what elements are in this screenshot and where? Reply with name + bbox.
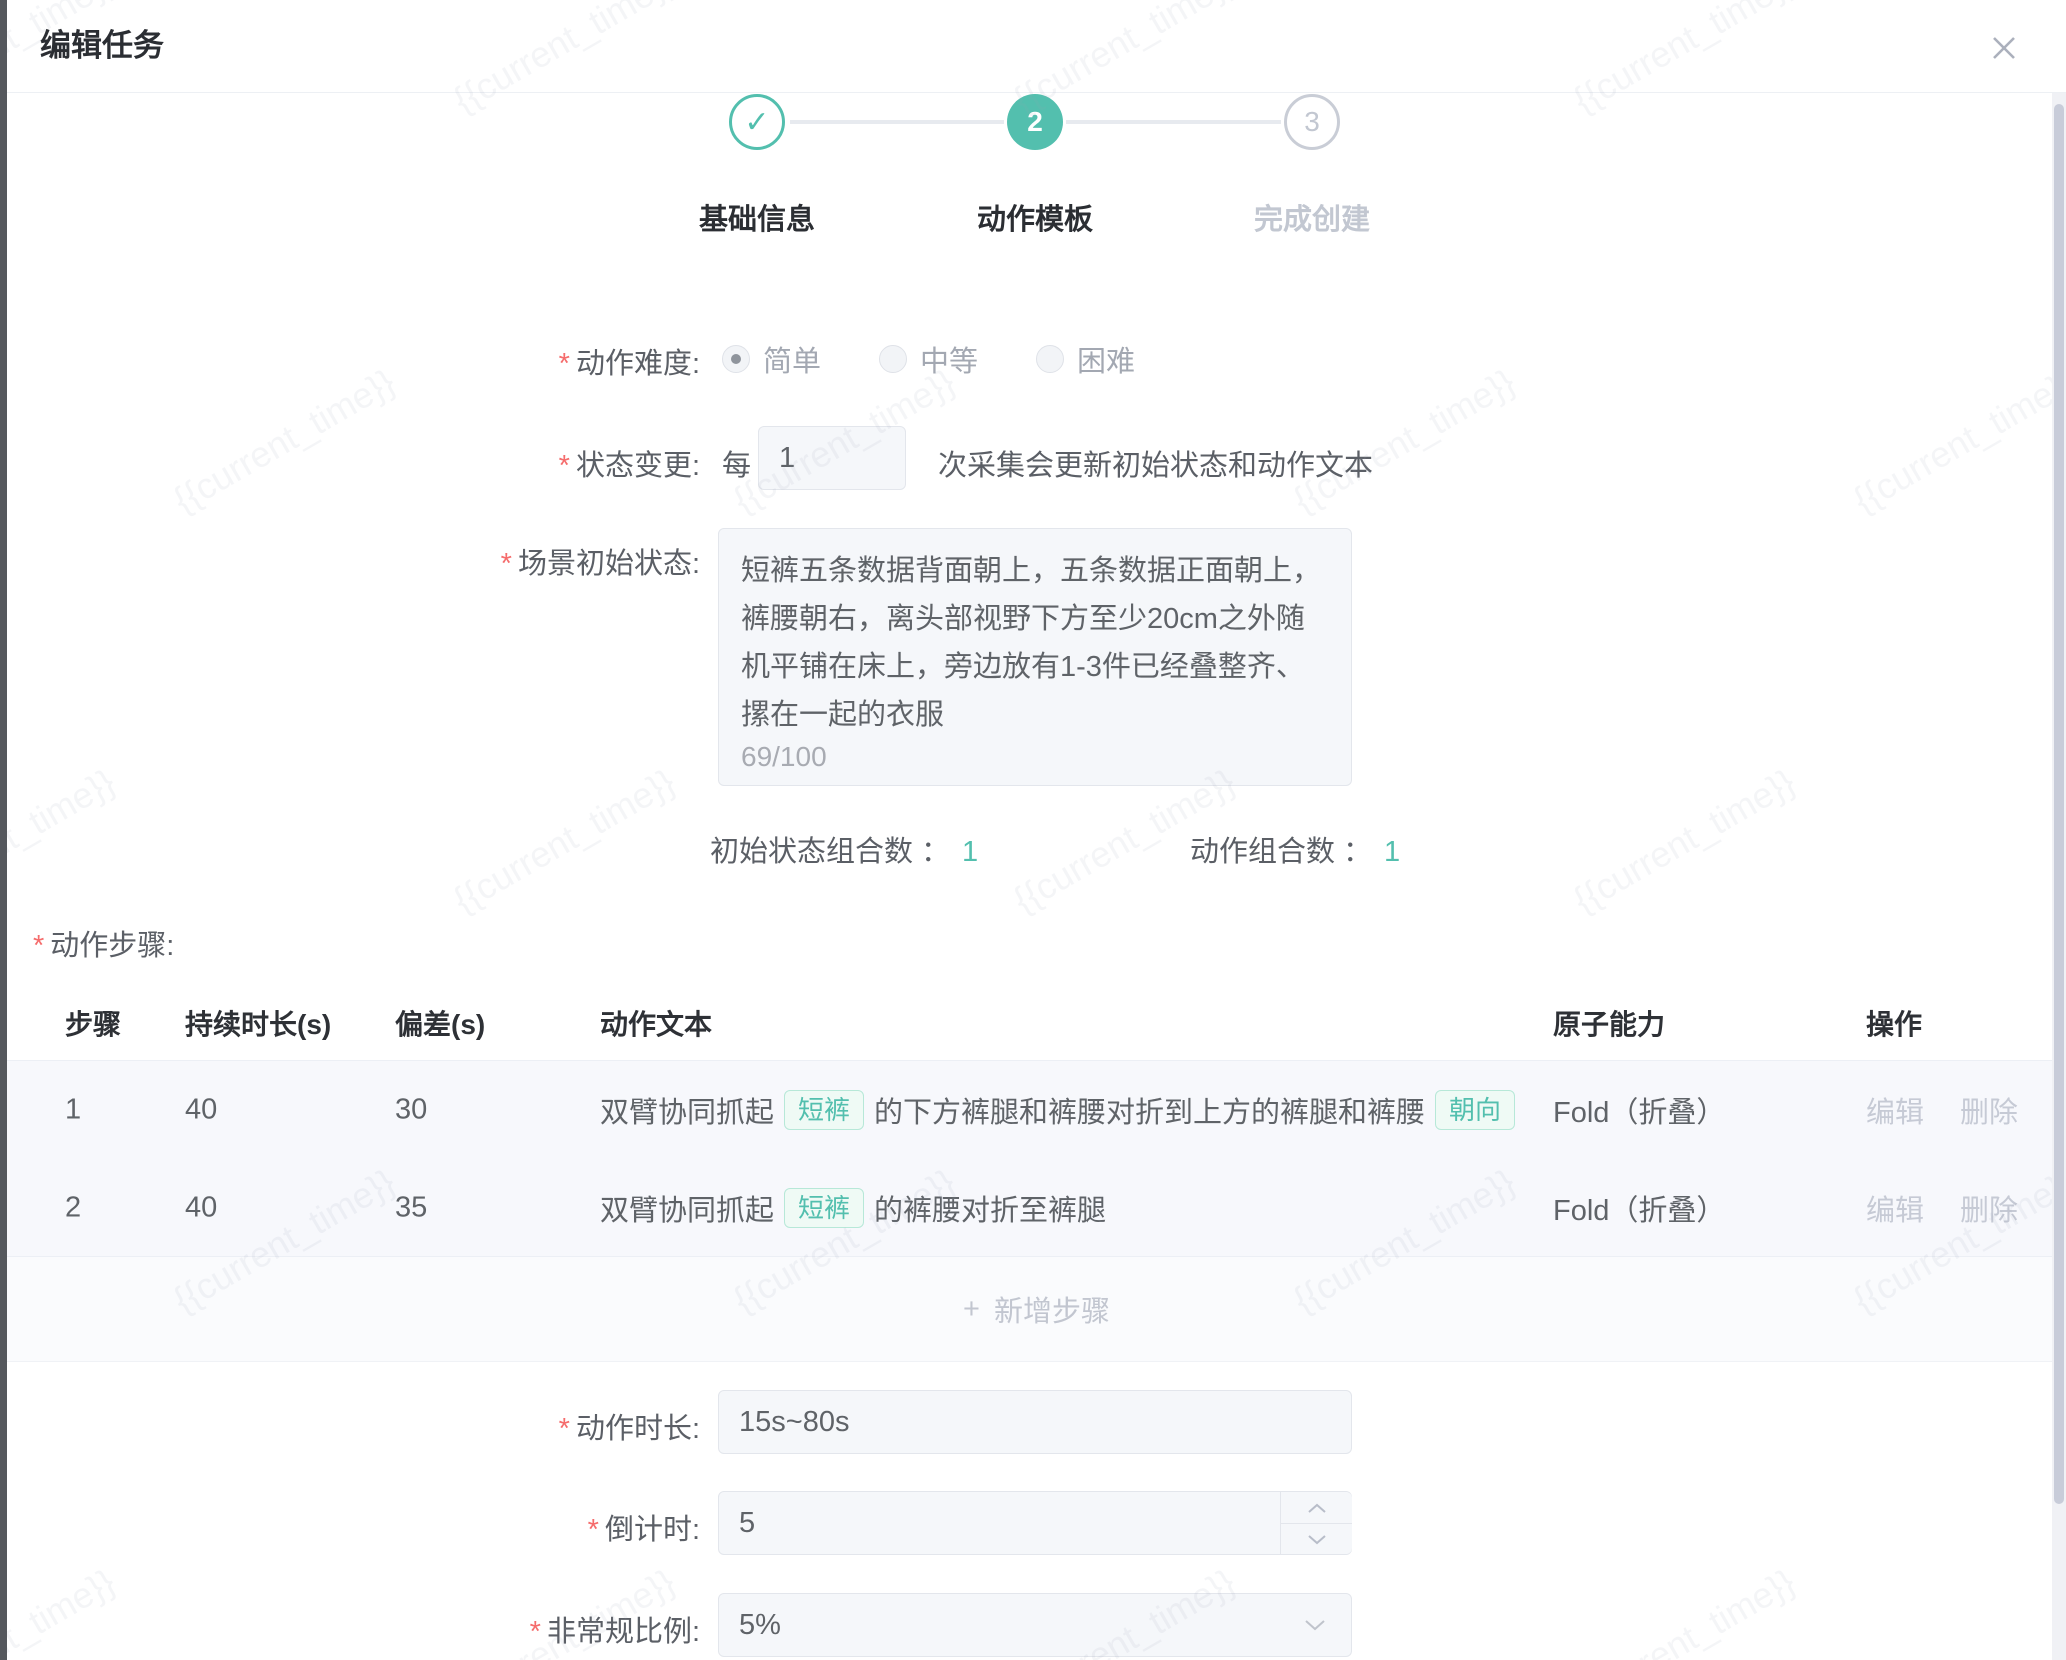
- dialog-title: 编辑任务: [40, 0, 164, 92]
- ability-cell: Fold（折叠）: [1553, 1089, 1725, 1131]
- action-duration-label: *动作时长:: [0, 1405, 700, 1447]
- close-icon: [1986, 30, 2022, 66]
- edit-task-dialog: {{current_time}}{{current_time}}{{curren…: [0, 0, 2066, 1660]
- required-mark: *: [501, 548, 512, 580]
- plus-icon: +: [963, 1293, 980, 1326]
- countdown-input[interactable]: [718, 1491, 1352, 1555]
- delete-step-button[interactable]: 删除: [1960, 1187, 2018, 1229]
- step-number-cell: 2: [65, 1191, 81, 1224]
- radio-simple[interactable]: 简单: [722, 338, 821, 380]
- countdown-increase-button[interactable]: [1281, 1492, 1352, 1523]
- step-3-indicator: 3: [1284, 94, 1340, 150]
- state-change-prefix: 每: [722, 442, 751, 484]
- column-header: 偏差(s): [395, 1003, 485, 1043]
- column-header: 原子能力: [1553, 1003, 1665, 1043]
- action-text-cell: 双臂协同抓起 短裤 的裤腰对折至裤腿: [600, 1187, 1106, 1229]
- radio-medium[interactable]: 中等: [879, 338, 978, 380]
- selected-value: 5%: [739, 1594, 781, 1656]
- radio-label: 中等: [920, 338, 978, 380]
- column-header: 步骤: [65, 1003, 121, 1043]
- state-change-suffix: 次采集会更新初始状态和动作文本: [938, 442, 1373, 484]
- radio-circle: [722, 345, 750, 373]
- step-number-cell: 1: [65, 1094, 81, 1127]
- required-mark: *: [33, 930, 44, 962]
- char-counter: 69/100: [741, 741, 827, 773]
- column-header: 操作: [1866, 1003, 1922, 1043]
- action-steps-label: *动作步骤:: [33, 922, 174, 964]
- step-2-label: 动作模板: [925, 196, 1145, 238]
- difficulty-label: *动作难度:: [0, 340, 700, 382]
- close-button[interactable]: [1986, 26, 2030, 70]
- chevron-up-icon: [1307, 1502, 1327, 1514]
- table-row: 2 40 35 双臂协同抓起 短裤 的裤腰对折至裤腿 Fold（折叠） 编辑 删…: [7, 1159, 2066, 1257]
- object-tag: 短裤: [784, 1188, 864, 1228]
- required-mark: *: [530, 1616, 541, 1648]
- initial-combo-count: 初始状态组合数：1: [710, 828, 978, 870]
- action-duration-input[interactable]: [718, 1390, 1352, 1454]
- object-tag: 短裤: [784, 1090, 864, 1130]
- row-actions: 编辑 删除: [1866, 1187, 2018, 1229]
- chevron-down-icon: [1303, 1618, 1327, 1632]
- unusual-ratio-label: *非常规比例:: [0, 1608, 700, 1650]
- deviation-cell: 30: [395, 1094, 427, 1127]
- required-mark: *: [559, 1413, 570, 1445]
- step-connector: [790, 120, 1004, 124]
- initial-combo-value: 1: [962, 836, 978, 868]
- column-header: 动作文本: [600, 1003, 712, 1043]
- step-number: 2: [1027, 106, 1043, 138]
- step-3-label: 完成创建: [1202, 196, 1422, 238]
- check-icon: ✓: [744, 105, 769, 140]
- countdown-stepper: [1280, 1492, 1352, 1554]
- table-row: 1 40 30 双臂协同抓起 短裤 的下方裤腿和裤腰对折到上方的裤腿和裤腰 朝向…: [7, 1060, 2066, 1160]
- radio-label: 简单: [763, 338, 821, 380]
- scrollbar-thumb[interactable]: [2054, 104, 2064, 1504]
- step-number: 3: [1304, 106, 1320, 138]
- countdown-decrease-button[interactable]: [1281, 1523, 1352, 1554]
- radio-circle: [879, 345, 907, 373]
- duration-cell: 40: [185, 1094, 217, 1127]
- action-combo-count: 动作组合数：1: [1190, 828, 1400, 870]
- delete-step-button[interactable]: 删除: [1960, 1089, 2018, 1131]
- step-connector: [1066, 120, 1281, 124]
- step-2-indicator: 2: [1007, 94, 1063, 150]
- radio-hard[interactable]: 困难: [1036, 338, 1135, 380]
- edit-step-button[interactable]: 编辑: [1866, 1089, 1924, 1131]
- radio-label: 困难: [1077, 338, 1135, 380]
- unusual-ratio-select[interactable]: 5%: [718, 1593, 1352, 1657]
- scene-initial-textarea[interactable]: 短裤五条数据背面朝上，五条数据正面朝上，裤腰朝右，离头部视野下方至少20cm之外…: [718, 528, 1352, 786]
- deviation-cell: 35: [395, 1191, 427, 1224]
- scene-initial-text: 短裤五条数据背面朝上，五条数据正面朝上，裤腰朝右，离头部视野下方至少20cm之外…: [719, 529, 1351, 739]
- action-combo-value: 1: [1384, 836, 1400, 868]
- add-step-button[interactable]: + 新增步骤: [7, 1257, 2066, 1362]
- required-mark: *: [559, 450, 570, 482]
- step-1-indicator: ✓: [729, 94, 785, 150]
- required-mark: *: [559, 348, 570, 380]
- state-change-input[interactable]: [758, 426, 906, 490]
- ability-cell: Fold（折叠）: [1553, 1187, 1725, 1229]
- row-actions: 编辑 删除: [1866, 1089, 2018, 1131]
- scrollbar-track: [2052, 93, 2066, 1660]
- page-edge: [0, 0, 7, 1660]
- step-1-label: 基础信息: [647, 196, 867, 238]
- action-text-cell: 双臂协同抓起 短裤 的下方裤腿和裤腰对折到上方的裤腿和裤腰 朝向: [600, 1089, 1525, 1131]
- add-step-label: 新增步骤: [994, 1288, 1110, 1330]
- duration-cell: 40: [185, 1191, 217, 1224]
- steps-table-header: 步骤 持续时长(s) 偏差(s) 动作文本 原子能力 操作: [7, 985, 2066, 1060]
- column-header: 持续时长(s): [185, 1003, 331, 1043]
- radio-circle: [1036, 345, 1064, 373]
- dialog-header: 编辑任务: [7, 0, 2066, 93]
- chevron-down-icon: [1307, 1533, 1327, 1545]
- orientation-tag: 朝向: [1435, 1090, 1515, 1130]
- edit-step-button[interactable]: 编辑: [1866, 1187, 1924, 1229]
- required-mark: *: [588, 1514, 599, 1546]
- state-change-label: *状态变更:: [0, 442, 700, 484]
- countdown-label: *倒计时:: [0, 1506, 700, 1548]
- scene-initial-label: *场景初始状态:: [0, 540, 700, 582]
- difficulty-radio-group: 简单 中等 困难: [722, 338, 1135, 380]
